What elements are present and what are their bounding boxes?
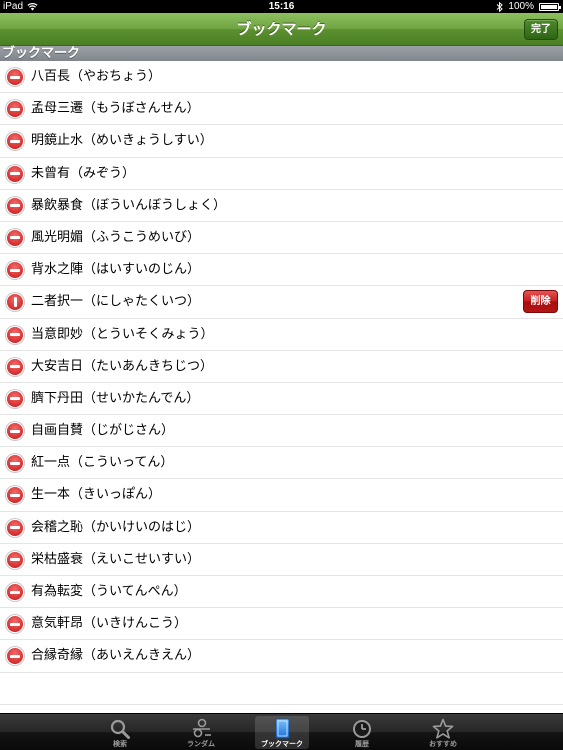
list-item-label: 有為転変（ういてんぺん） <box>31 584 187 599</box>
history-icon <box>353 720 371 738</box>
list-item-label: 未曾有（みぞう） <box>31 165 136 181</box>
list-item-label: 栄枯盛衰（えいこせいすい） <box>31 551 201 567</box>
star-icon <box>432 718 454 739</box>
delete-minus-icon[interactable] <box>7 648 23 665</box>
row-delete-button[interactable]: 削除 <box>523 290 558 314</box>
tab-label: 履歴 <box>355 740 369 748</box>
tab-bar: 検索 ランダム ブックマーク 履歴 おすすめ <box>0 713 563 750</box>
list-item[interactable]: 生一本（きいっぽん） <box>0 479 563 512</box>
delete-minus-icon[interactable] <box>7 584 23 600</box>
delete-minus-icon[interactable] <box>7 358 23 375</box>
list-item[interactable]: 有為転変（ういてんぺん） <box>0 576 563 609</box>
tab-history[interactable]: 履歴 <box>335 716 389 749</box>
list-item-label: 暴飲暴食（ぼういんぼうしょく） <box>31 197 227 213</box>
nav-title: ブックマーク <box>236 20 327 38</box>
list-item[interactable]: 当意即妙（とういそくみょう） <box>0 318 563 351</box>
list-item-delete-mode[interactable]: 二者択一（にしゃたくいつ） 削除 <box>0 286 563 319</box>
bookmark-icon <box>275 718 290 739</box>
delete-confirm-icon[interactable] <box>7 294 23 311</box>
delete-minus-icon[interactable] <box>7 551 23 568</box>
delete-minus-icon[interactable] <box>7 229 23 246</box>
list-item[interactable]: 意気軒昂（いきけんこう） <box>0 608 563 641</box>
tab-search[interactable]: 検索 <box>93 716 147 749</box>
delete-minus-icon[interactable] <box>7 262 23 279</box>
list-item-label: 合縁奇縁（あいえんきえん） <box>31 648 201 664</box>
list-item[interactable]: 臍下丹田（せいかたんでん） <box>0 382 563 416</box>
list-item[interactable]: 風光明媚（ふうこうめいび） <box>0 221 563 255</box>
bluetooth-icon <box>497 1 504 12</box>
navigation-bar: ブックマーク 完了 <box>0 13 563 46</box>
list-item[interactable]: 孟母三遷（もうぼさんせん） <box>0 93 563 126</box>
delete-minus-icon[interactable] <box>7 455 23 472</box>
empty-row <box>0 672 563 705</box>
tab-recommended[interactable]: おすすめ <box>416 716 470 749</box>
delete-minus-icon[interactable] <box>7 519 23 536</box>
status-bar: iPad 15:16 100% <box>0 0 563 13</box>
list-item[interactable]: 紅一点（こういってん） <box>0 447 563 480</box>
list-item-label: 風光明媚（ふうこうめいび） <box>31 229 201 245</box>
status-right: 100% <box>496 0 561 13</box>
list-item-label: 紅一点（こういってん） <box>31 455 174 471</box>
section-header: ブックマーク <box>0 46 563 61</box>
list-item-label: 二者択一（にしゃたくいつ） <box>31 294 201 310</box>
delete-minus-icon[interactable] <box>7 165 23 182</box>
list-item[interactable]: 合縁奇縁（あいえんきえん） <box>0 640 563 673</box>
list-item[interactable]: 大安吉日（たいあんきちじつ） <box>0 350 563 383</box>
status-time: 15:16 <box>268 1 295 12</box>
list-item-label: 八百長（やおちょう） <box>31 69 162 84</box>
battery-percent: 100% <box>508 1 534 12</box>
list-item-label: 背水之陣（はいすいのじん） <box>31 262 201 278</box>
list-item[interactable]: 明鏡止水（めいきょうしすい） <box>0 125 563 158</box>
list-item-label: 生一本（きいっぽん） <box>31 487 162 503</box>
delete-minus-icon[interactable] <box>7 390 23 407</box>
search-icon <box>110 719 130 739</box>
delete-minus-icon[interactable] <box>7 133 23 150</box>
done-button[interactable]: 完了 <box>524 19 558 40</box>
list-item[interactable]: 未曾有（みぞう） <box>0 157 563 190</box>
tab-label: ブックマーク <box>261 740 303 748</box>
random-icon <box>193 718 211 738</box>
delete-minus-icon[interactable] <box>7 616 23 633</box>
delete-minus-icon[interactable] <box>7 101 23 118</box>
tab-random[interactable]: ランダム <box>174 716 228 749</box>
list-item[interactable]: 自画自賛（じがじさん） <box>0 415 563 448</box>
list-item[interactable]: 背水之陣（はいすいのじん） <box>0 254 563 287</box>
list-item-label: 明鏡止水（めいきょうしすい） <box>31 133 213 149</box>
delete-minus-icon[interactable] <box>7 487 23 504</box>
tab-bookmark[interactable]: ブックマーク <box>255 716 309 749</box>
app-window: iPad 15:16 100% ブックマーク 完了 ブックマーク 八百長（やおち… <box>0 0 563 750</box>
bookmark-list: 八百長（やおちょう） 孟母三遷（もうぼさんせん） 明鏡止水（めいきょうしすい） … <box>0 61 563 705</box>
list-item-label: 大安吉日（たいあんきちじつ） <box>31 358 214 374</box>
delete-minus-icon[interactable] <box>7 69 23 85</box>
list-item-label: 孟母三遷（もうぼさんせん） <box>31 101 200 117</box>
delete-minus-icon[interactable] <box>7 423 23 440</box>
list-item[interactable]: 会稽之恥（かいけいのはじ） <box>0 511 563 544</box>
list-item-label: 当意即妙（とういそくみょう） <box>31 326 214 342</box>
list-item-label: 臍下丹田（せいかたんでん） <box>31 390 200 406</box>
delete-minus-icon[interactable] <box>7 197 23 214</box>
list-item[interactable]: 暴飲暴食（ぼういんぼうしょく） <box>0 189 563 222</box>
battery-icon <box>539 2 561 11</box>
list-item-label: 意気軒昂（いきけんこう） <box>31 616 188 632</box>
tab-label: おすすめ <box>429 740 457 748</box>
tab-label: 検索 <box>113 740 127 748</box>
delete-minus-icon[interactable] <box>7 326 23 343</box>
tab-label: ランダム <box>187 740 215 748</box>
list-item-label: 自画自賛（じがじさん） <box>31 423 175 439</box>
list-item[interactable]: 栄枯盛衰（えいこせいすい） <box>0 543 563 576</box>
list-item-label: 会稽之恥（かいけいのはじ） <box>31 519 201 535</box>
list-item[interactable]: 八百長（やおちょう） <box>0 61 563 94</box>
